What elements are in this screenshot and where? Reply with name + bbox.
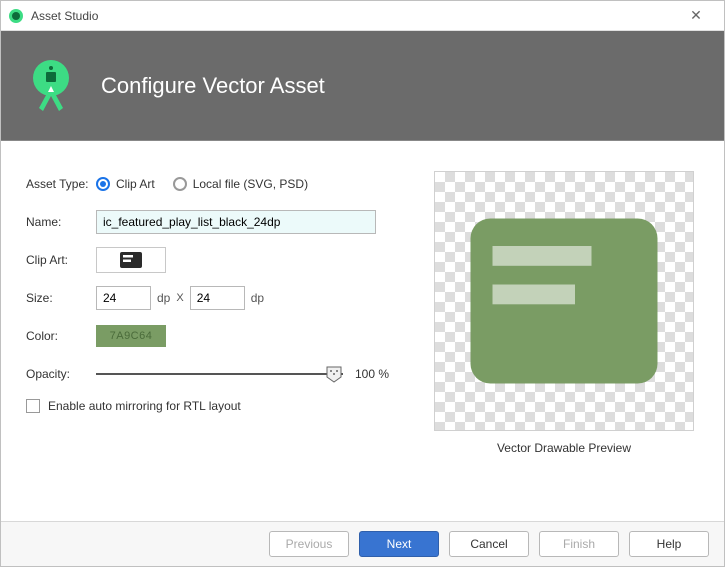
dialog-body: Asset Type: Clip Art Local file (SVG, PS… bbox=[1, 141, 724, 521]
form-panel: Asset Type: Clip Art Local file (SVG, PS… bbox=[26, 171, 399, 501]
opacity-row: Opacity: 100 % bbox=[26, 361, 399, 387]
size-label: Size: bbox=[26, 291, 96, 305]
radio-clip-art[interactable]: Clip Art bbox=[96, 177, 155, 191]
android-studio-icon bbox=[9, 9, 23, 23]
help-button[interactable]: Help bbox=[629, 531, 709, 557]
opacity-label: Opacity: bbox=[26, 367, 96, 381]
radio-dot-icon bbox=[96, 177, 110, 191]
asset-type-label: Asset Type: bbox=[26, 177, 96, 191]
opacity-value: 100 % bbox=[355, 367, 389, 381]
asset-type-radio-group: Clip Art Local file (SVG, PSD) bbox=[96, 177, 308, 191]
opacity-slider[interactable] bbox=[96, 365, 343, 383]
close-button[interactable]: ✕ bbox=[676, 7, 716, 24]
button-bar: Previous Next Cancel Finish Help bbox=[1, 521, 724, 566]
opacity-slider-wrap: 100 % bbox=[96, 365, 389, 383]
radio-local-file[interactable]: Local file (SVG, PSD) bbox=[173, 177, 308, 191]
width-input[interactable] bbox=[96, 286, 151, 310]
preview-column: Vector Drawable Preview bbox=[429, 171, 699, 501]
radio-clip-art-label: Clip Art bbox=[116, 177, 155, 191]
height-unit: dp bbox=[251, 291, 264, 305]
featured-play-list-icon bbox=[119, 251, 143, 269]
width-unit: dp bbox=[157, 291, 170, 305]
name-row: Name: bbox=[26, 209, 399, 235]
color-row: Color: 7A9C64 bbox=[26, 323, 399, 349]
size-row: Size: dp X dp bbox=[26, 285, 399, 311]
size-separator: X bbox=[176, 292, 183, 304]
previous-button[interactable]: Previous bbox=[269, 531, 349, 557]
slider-thumb-icon[interactable] bbox=[325, 365, 343, 383]
mirror-checkbox[interactable] bbox=[26, 399, 40, 413]
radio-dot-icon bbox=[173, 177, 187, 191]
mirror-label: Enable auto mirroring for RTL layout bbox=[48, 399, 241, 413]
finish-button[interactable]: Finish bbox=[539, 531, 619, 557]
mirror-row: Enable auto mirroring for RTL layout bbox=[26, 399, 399, 413]
preview-label: Vector Drawable Preview bbox=[497, 441, 631, 455]
name-input[interactable] bbox=[96, 210, 376, 234]
name-label: Name: bbox=[26, 215, 96, 229]
clip-art-picker-button[interactable] bbox=[96, 247, 166, 273]
next-button[interactable]: Next bbox=[359, 531, 439, 557]
color-swatch-button[interactable]: 7A9C64 bbox=[96, 325, 166, 347]
asset-type-row: Asset Type: Clip Art Local file (SVG, PS… bbox=[26, 171, 399, 197]
vector-asset-icon bbox=[21, 56, 81, 116]
header-banner: Configure Vector Asset bbox=[1, 31, 724, 141]
cancel-button[interactable]: Cancel bbox=[449, 531, 529, 557]
preview-canvas bbox=[434, 171, 694, 431]
radio-local-file-label: Local file (SVG, PSD) bbox=[193, 177, 308, 191]
vector-preview-icon bbox=[454, 191, 674, 411]
slider-track bbox=[96, 373, 343, 375]
color-label: Color: bbox=[26, 329, 96, 343]
header-title: Configure Vector Asset bbox=[101, 73, 325, 99]
clip-art-row: Clip Art: bbox=[26, 247, 399, 273]
clip-art-label: Clip Art: bbox=[26, 253, 96, 267]
height-input[interactable] bbox=[190, 286, 245, 310]
titlebar: Asset Studio ✕ bbox=[1, 1, 724, 31]
dialog-window: Asset Studio ✕ Configure Vector Asset As… bbox=[0, 0, 725, 567]
window-title: Asset Studio bbox=[31, 9, 676, 23]
